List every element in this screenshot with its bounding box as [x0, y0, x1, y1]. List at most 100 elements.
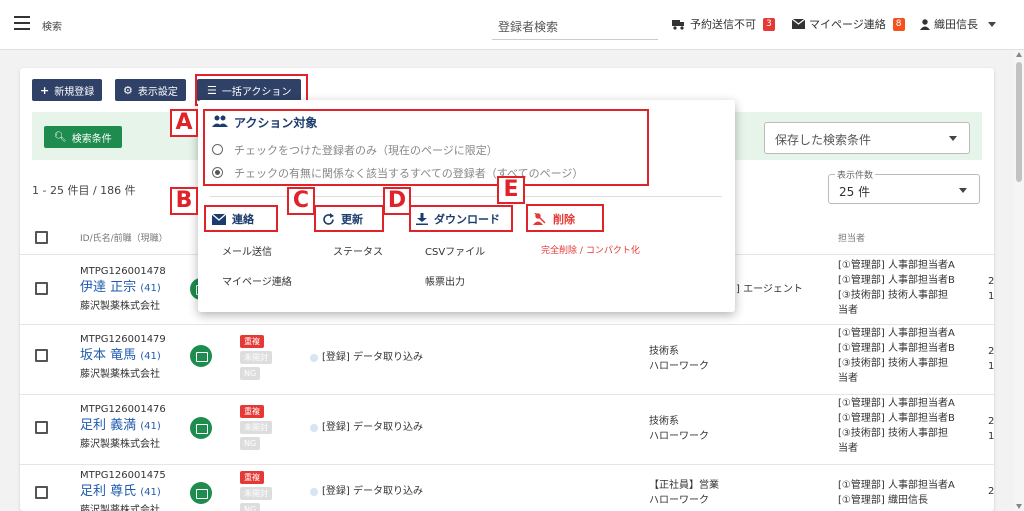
divider — [20, 394, 994, 395]
download-category[interactable]: ダウンロード — [416, 211, 500, 227]
candidate-company: 藤沢製薬株式会社 — [80, 301, 160, 312]
ng-tag: NG — [240, 367, 261, 380]
radio-all-matching[interactable] — [212, 167, 223, 178]
refresh-icon — [323, 212, 334, 225]
per-page-select[interactable]: 表示件数 25 件 — [828, 168, 980, 204]
status-dot — [310, 488, 318, 496]
status-text: [登録] データ取り込み — [322, 486, 423, 497]
reservation-unavailable-link[interactable]: 予約送信不可 3 — [672, 16, 775, 32]
id-card-icon[interactable] — [190, 417, 212, 439]
scroll-up-icon[interactable] — [1016, 52, 1022, 57]
registrant-search-input[interactable]: 登録者検索 — [492, 14, 658, 40]
result-count: 1 - 25 件目 / 186 件 — [32, 184, 136, 197]
user-menu[interactable]: 織田信長 — [920, 16, 996, 32]
candidate-name-link[interactable]: 足利 義満 (41) — [80, 418, 161, 434]
divider — [20, 464, 994, 465]
candidate-company: 藤沢製薬株式会社 — [80, 369, 160, 380]
contact-category-label: 連絡 — [232, 213, 254, 226]
update-category-label: 更新 — [341, 213, 363, 226]
radio-checked-only[interactable] — [212, 144, 223, 155]
ng-tag: NG — [240, 437, 261, 450]
candidate-company: 藤沢製薬株式会社 — [80, 505, 160, 511]
candidate-name: 足利 尊氏 — [80, 484, 137, 499]
mail-icon — [792, 19, 805, 29]
candidate-name-link[interactable]: 足利 尊氏 (41) — [80, 484, 161, 500]
download-icon — [416, 213, 428, 225]
per-page-value: 25 件 — [839, 185, 871, 199]
unopened-tag: 未開封 — [240, 487, 272, 500]
column-header-owner: 担当者 — [838, 234, 866, 244]
status-text: [登録] データ取り込み — [322, 422, 423, 433]
search-icon: 🔍︎ — [54, 131, 67, 143]
owner-line: [③技術部] 技術人事部担 — [838, 428, 948, 439]
annotation-label-b: B — [170, 187, 198, 215]
user-remove-icon — [533, 213, 546, 225]
mypage-label: マイページ連絡 — [809, 18, 886, 31]
owner-line: [①管理部] 人事部担当者B — [838, 275, 955, 286]
candidate-name-link[interactable]: 坂本 竜馬 (41) — [80, 348, 161, 364]
annotation-label-e: E — [497, 176, 525, 204]
new-registration-button[interactable]: + 新規登録 — [32, 79, 103, 101]
edge-value: 2 — [988, 276, 994, 287]
scroll-thumb[interactable] — [1016, 62, 1022, 182]
display-settings-button[interactable]: ⚙ 表示設定 — [115, 79, 186, 101]
duplicate-tag: 重複 — [240, 471, 264, 484]
id-card-icon[interactable] — [190, 345, 212, 367]
csv-file-item[interactable]: CSVファイル — [425, 243, 485, 258]
scroll-down-icon[interactable] — [1016, 504, 1022, 509]
row-checkbox[interactable] — [35, 349, 48, 362]
candidate-age: (41) — [140, 421, 161, 432]
user-icon — [920, 18, 930, 30]
radio-checked-only-label[interactable]: チェックをつけた登録者のみ（現在のページに限定） — [234, 142, 498, 158]
delete-separator: / — [579, 246, 583, 256]
update-category[interactable]: 更新 — [322, 211, 363, 227]
owner-line: [①管理部] 人事部担当者A — [838, 398, 955, 409]
mypage-contact-link[interactable]: マイページ連絡 8 — [792, 16, 905, 32]
owner-line: [③技術部] 技術人事部担 — [838, 358, 948, 369]
candidate-name: 足利 義満 — [80, 418, 137, 433]
owner-line: [①管理部] 人事部担当者A — [838, 480, 955, 491]
download-category-label: ダウンロード — [434, 213, 500, 226]
candidate-id: MTPG126001476 — [80, 404, 166, 415]
contact-category[interactable]: 連絡 — [212, 211, 254, 227]
row-checkbox[interactable] — [35, 486, 48, 499]
scrollbar[interactable] — [1014, 50, 1024, 511]
top-bar: 検索 登録者検索 予約送信不可 3 マイページ連絡 8 織田信長 — [0, 0, 1024, 50]
edge-value: 1 — [988, 431, 994, 442]
candidate-id: MTPG126001478 — [80, 266, 166, 277]
page-title: 検索 — [42, 22, 62, 33]
status-dot — [310, 424, 318, 432]
edge-value: 2 — [988, 346, 994, 357]
status-item[interactable]: ステータス — [333, 243, 383, 258]
ng-tag: NG — [240, 503, 261, 511]
group-icon — [212, 115, 228, 127]
mypage-contact-item[interactable]: マイページ連絡 — [222, 273, 292, 288]
report-output-item[interactable]: 帳票出力 — [425, 273, 465, 288]
row-checkbox[interactable] — [35, 421, 48, 434]
menu-icon[interactable] — [14, 16, 30, 30]
divider — [20, 324, 994, 325]
status-dot — [310, 354, 318, 362]
delete-category[interactable]: 削除 — [533, 211, 575, 227]
owner-line: [③技術部] 技術人事部担 — [838, 290, 948, 301]
annotation-label-c: C — [287, 187, 315, 215]
search-condition-button[interactable]: 🔍︎ 検索条件 — [44, 126, 122, 148]
search-condition-label: 検索条件 — [71, 133, 112, 145]
compact-item[interactable]: コンパクト化 — [586, 246, 640, 256]
candidate-name-link[interactable]: 伊達 正宗 (41) — [80, 280, 161, 296]
row-checkbox[interactable] — [35, 282, 48, 295]
owner-line: 当者 — [838, 305, 858, 316]
select-all-checkbox[interactable] — [35, 231, 48, 244]
id-card-icon[interactable] — [190, 482, 212, 504]
agent-cell: ] エージェント — [736, 284, 803, 295]
job-source: ハローワーク — [649, 361, 709, 372]
send-mail-item[interactable]: メール送信 — [222, 243, 272, 258]
reservation-count-badge: 3 — [763, 17, 775, 31]
chevron-down-icon — [949, 136, 957, 141]
saved-search-select[interactable]: 保存した検索条件 — [764, 122, 970, 154]
new-registration-label: 新規登録 — [54, 86, 95, 98]
action-target-heading: アクション対象 — [234, 116, 318, 130]
full-delete-item[interactable]: 完全削除 — [541, 246, 577, 256]
owner-line: 当者 — [838, 373, 858, 384]
radio-all-matching-label[interactable]: チェックの有無に関係なく該当するすべての登録者（すべてのページ） — [234, 165, 583, 181]
